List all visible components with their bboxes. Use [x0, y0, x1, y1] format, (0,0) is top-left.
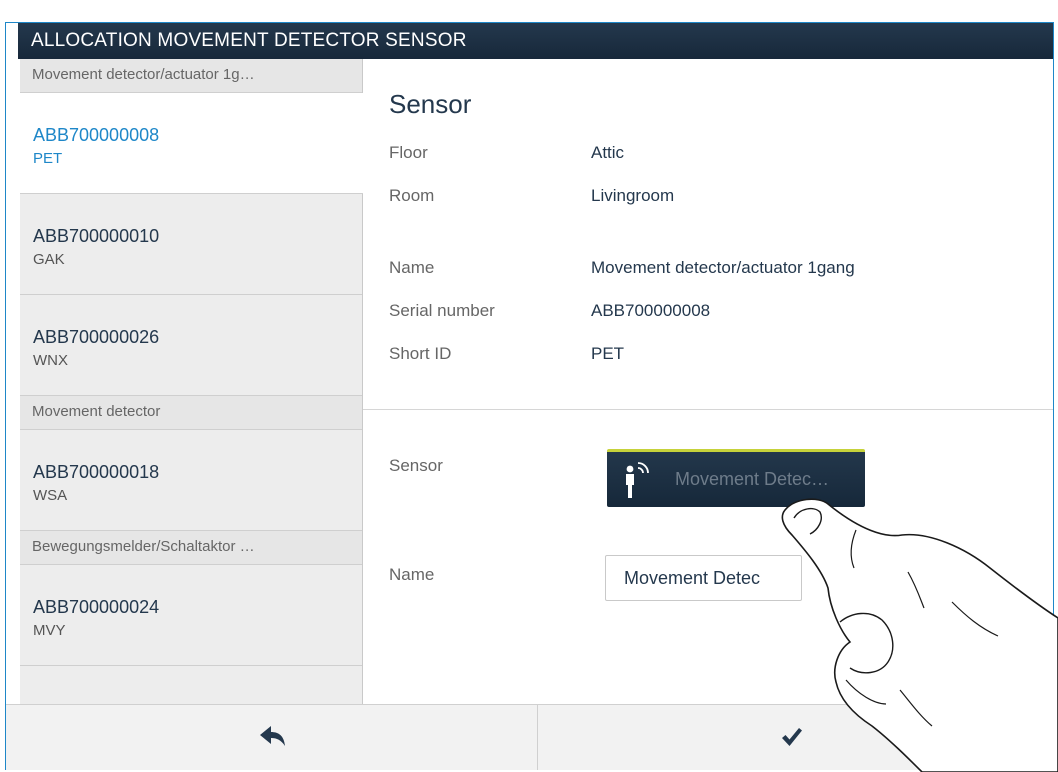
group-header-movement-detector: Movement detector: [20, 396, 362, 430]
item-serial: ABB700000018: [33, 462, 160, 482]
list-item-abb700000008[interactable]: ABB700000008 PET: [20, 93, 363, 194]
device-list: Movement detector/actuator 1g… ABB700000…: [20, 59, 363, 704]
list-item-abb700000010[interactable]: ABB700000010 GAK: [20, 194, 362, 295]
group-header-movement-detector-actuator: Movement detector/actuator 1g…: [20, 59, 362, 93]
back-button[interactable]: [6, 705, 538, 770]
checkmark-icon: [782, 728, 802, 746]
back-arrow-icon: [260, 726, 285, 746]
sensor-button-label: Movement Detec…: [675, 469, 830, 489]
item-serial: ABB700000008: [33, 125, 160, 145]
name-label: Name: [389, 258, 435, 277]
footer-bar: [6, 704, 1053, 770]
detail-panel: Sensor Floor Attic Room Livingroom Name …: [363, 59, 1053, 704]
serial-number-label: Serial number: [389, 301, 495, 320]
confirm-button[interactable]: [538, 705, 1053, 770]
room-label: Room: [389, 186, 435, 205]
section-title: Sensor: [389, 89, 472, 119]
item-short-id: WSA: [33, 487, 68, 504]
short-id-value: PET: [591, 344, 625, 363]
item-short-id: GAK: [33, 251, 65, 268]
sensor-select-button[interactable]: Movement Detec…: [607, 449, 865, 507]
item-serial: ABB700000024: [33, 597, 160, 617]
item-serial: ABB700000010: [33, 226, 160, 246]
item-serial: ABB700000026: [33, 327, 160, 347]
floor-value: Attic: [591, 143, 625, 162]
name-input[interactable]: Movement Detec: [605, 555, 802, 601]
floor-label: Floor: [389, 143, 428, 162]
name-value: Movement detector/actuator 1gang: [591, 258, 855, 277]
item-short-id: WNX: [33, 352, 68, 369]
list-item-abb700000026[interactable]: ABB700000026 WNX: [20, 295, 362, 396]
room-value: Livingroom: [591, 186, 675, 205]
group-header-bewegungsmelder: Bewegungsmelder/Schaltaktor …: [20, 531, 362, 565]
person-with-signal-icon: [626, 462, 649, 498]
item-short-id: MVY: [33, 622, 66, 639]
name-field-label: Name: [389, 565, 435, 584]
section-divider: [363, 409, 1053, 410]
short-id-label: Short ID: [389, 344, 452, 363]
window-title: ALLOCATION MOVEMENT DETECTOR SENSOR: [18, 23, 1053, 59]
item-short-id: PET: [33, 150, 63, 167]
list-item-abb700000024[interactable]: ABB700000024 MVY: [20, 565, 362, 666]
sensor-label: Sensor: [389, 456, 443, 475]
list-item-abb700000018[interactable]: ABB700000018 WSA: [20, 430, 362, 531]
serial-number-value: ABB700000008: [591, 301, 711, 320]
